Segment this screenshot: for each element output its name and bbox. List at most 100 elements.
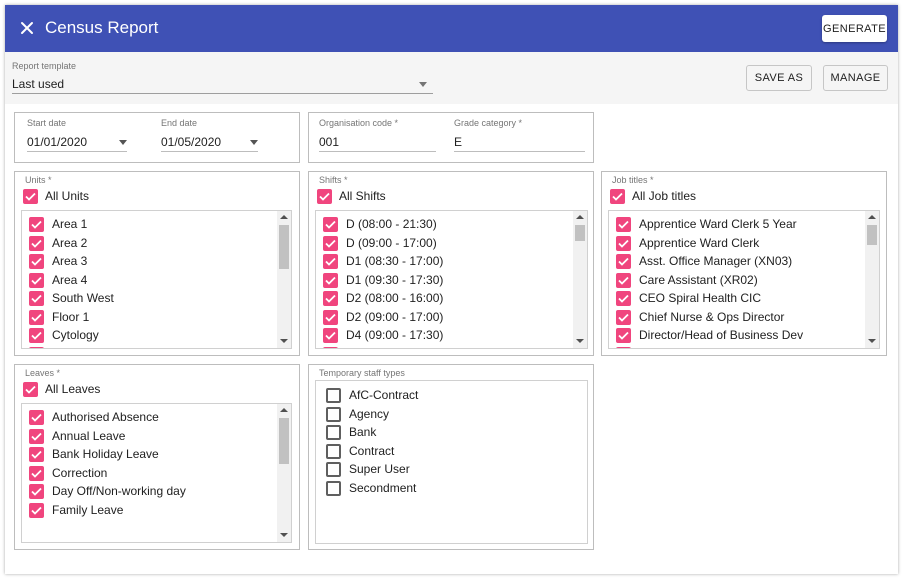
list-item[interactable]: Area 1 — [29, 216, 87, 232]
scrollbar-thumb[interactable] — [279, 418, 289, 464]
list-item[interactable]: CEO Spiral Health CIC — [616, 290, 761, 306]
check-icon — [323, 253, 338, 269]
units-label: Units * — [25, 175, 52, 185]
scroll-down-arrow-icon[interactable] — [868, 339, 876, 343]
organisation-code-input[interactable]: 001 — [319, 132, 436, 152]
list-item[interactable]: Annual Leave — [29, 428, 125, 444]
scroll-down-arrow-icon[interactable] — [280, 339, 288, 343]
check-icon — [29, 428, 44, 444]
list-item[interactable]: Director/Head of Business Dev — [616, 327, 803, 343]
list-item[interactable] — [29, 346, 44, 348]
all-leaves-label: All Leaves — [45, 382, 101, 396]
list-item[interactable]: Area 3 — [29, 253, 87, 269]
temporary-staff-types-label: Temporary staff types — [319, 368, 405, 378]
scroll-down-arrow-icon[interactable] — [280, 533, 288, 537]
list-item[interactable]: Floor 1 — [29, 309, 89, 325]
check-icon — [323, 216, 338, 232]
leaves-scrollbar[interactable] — [277, 404, 291, 542]
list-item[interactable]: Day Off/Non-working day — [29, 483, 186, 499]
scrollbar-thumb[interactable] — [279, 225, 289, 269]
all-job-titles-checkbox[interactable]: All Job titles — [610, 188, 696, 204]
check-icon — [29, 235, 44, 251]
scroll-up-arrow-icon[interactable] — [280, 408, 288, 412]
list-item[interactable]: D1 (09:30 - 17:30) — [323, 272, 443, 288]
scrollbar-thumb[interactable] — [867, 225, 877, 245]
job-titles-list: Apprentice Ward Clerk 5 Year Apprentice … — [608, 210, 880, 349]
manage-button[interactable]: MANAGE — [823, 65, 888, 91]
list-item[interactable]: Agency — [326, 406, 389, 422]
list-item[interactable]: D (08:00 - 21:30) — [323, 216, 437, 232]
list-item[interactable]: Area 2 — [29, 235, 87, 251]
list-item[interactable]: Super User — [326, 461, 410, 477]
scrollbar-thumb[interactable] — [575, 225, 585, 241]
scroll-up-arrow-icon[interactable] — [280, 215, 288, 219]
list-item[interactable]: Bank — [326, 424, 376, 440]
list-item[interactable]: AfC-Contract — [326, 387, 418, 403]
report-template-select[interactable]: Last used — [12, 74, 433, 94]
list-item-label: Bank Holiday Leave — [52, 447, 159, 461]
units-panel: Units * All Units Area 1 Area 2 Area 3 A… — [14, 171, 300, 356]
all-units-checkbox[interactable]: All Units — [23, 188, 89, 204]
list-item-label: Agency — [349, 407, 390, 421]
list-item[interactable]: Area 4 — [29, 272, 87, 288]
scroll-down-arrow-icon[interactable] — [576, 339, 584, 343]
checkbox-unchecked-icon — [326, 424, 341, 440]
check-icon — [323, 327, 338, 343]
organisation-code-label: Organisation code * — [319, 118, 399, 128]
all-leaves-checkbox[interactable]: All Leaves — [23, 381, 100, 397]
list-item[interactable]: Care Assistant (XR02) — [616, 272, 758, 288]
list-item[interactable]: D (09:00 - 17:00) — [323, 235, 437, 251]
list-item[interactable]: Cytology — [29, 327, 99, 343]
check-icon — [610, 188, 625, 204]
list-item[interactable]: Apprentice Ward Clerk 5 Year — [616, 216, 797, 232]
list-item-label: Area 3 — [52, 254, 88, 268]
check-icon — [616, 253, 631, 269]
list-item[interactable]: Authorised Absence — [29, 409, 159, 425]
organisation-code-field: Organisation code * 001 — [319, 118, 436, 152]
organisation-code-value: 001 — [319, 135, 340, 149]
list-item[interactable]: Apprentice Ward Clerk — [616, 235, 759, 251]
check-icon — [29, 290, 44, 306]
shifts-panel: Shifts * All Shifts D (08:00 - 21:30) D … — [308, 171, 594, 356]
list-item-label: Area 4 — [52, 273, 88, 287]
end-date-input[interactable]: 01/05/2020 — [161, 132, 258, 152]
start-date-input[interactable]: 01/01/2020 — [27, 132, 127, 152]
units-scrollbar[interactable] — [277, 211, 291, 348]
list-item[interactable] — [616, 346, 631, 348]
list-item[interactable]: D4 (09:00 - 17:30) — [323, 327, 443, 343]
list-item[interactable]: Chief Nurse & Ops Director — [616, 309, 784, 325]
list-item[interactable]: D2 (08:00 - 16:00) — [323, 290, 443, 306]
check-icon — [616, 235, 631, 251]
generate-button[interactable]: GENERATE — [822, 15, 887, 42]
list-item[interactable]: Correction — [29, 465, 107, 481]
job-titles-scrollbar[interactable] — [865, 211, 879, 348]
list-item[interactable]: Secondment — [326, 480, 416, 496]
shifts-scrollbar[interactable] — [573, 211, 587, 348]
list-item[interactable]: Bank Holiday Leave — [29, 446, 159, 462]
list-item-label: Bank — [349, 425, 377, 439]
list-item[interactable]: Family Leave — [29, 502, 123, 518]
list-item[interactable]: Asst. Office Manager (XN03) — [616, 253, 792, 269]
scroll-up-arrow-icon[interactable] — [576, 215, 584, 219]
job-titles-label: Job titles * — [612, 175, 654, 185]
list-item[interactable]: D2 (09:00 - 17:00) — [323, 309, 443, 325]
check-icon — [29, 253, 44, 269]
list-item[interactable] — [323, 346, 338, 348]
check-icon — [317, 188, 332, 204]
scroll-up-arrow-icon[interactable] — [868, 215, 876, 219]
check-icon — [23, 381, 38, 397]
list-item-label: D2 (09:00 - 17:00) — [346, 310, 444, 324]
list-item-label: Apprentice Ward Clerk 5 Year — [639, 217, 797, 231]
date-range-panel: Start date 01/01/2020 End date 01/05/202… — [14, 112, 300, 163]
save-as-button[interactable]: SAVE AS — [746, 65, 812, 91]
check-icon — [29, 483, 44, 499]
list-item[interactable]: D1 (08:30 - 17:00) — [323, 253, 443, 269]
checkbox-unchecked-icon — [326, 480, 341, 496]
list-item[interactable]: South West — [29, 290, 114, 306]
list-item[interactable]: Contract — [326, 443, 394, 459]
grade-category-input[interactable]: E — [454, 132, 585, 152]
all-shifts-checkbox[interactable]: All Shifts — [317, 188, 386, 204]
units-list: Area 1 Area 2 Area 3 Area 4 South West F… — [21, 210, 292, 349]
check-icon — [23, 188, 38, 204]
close-icon[interactable] — [17, 18, 37, 38]
